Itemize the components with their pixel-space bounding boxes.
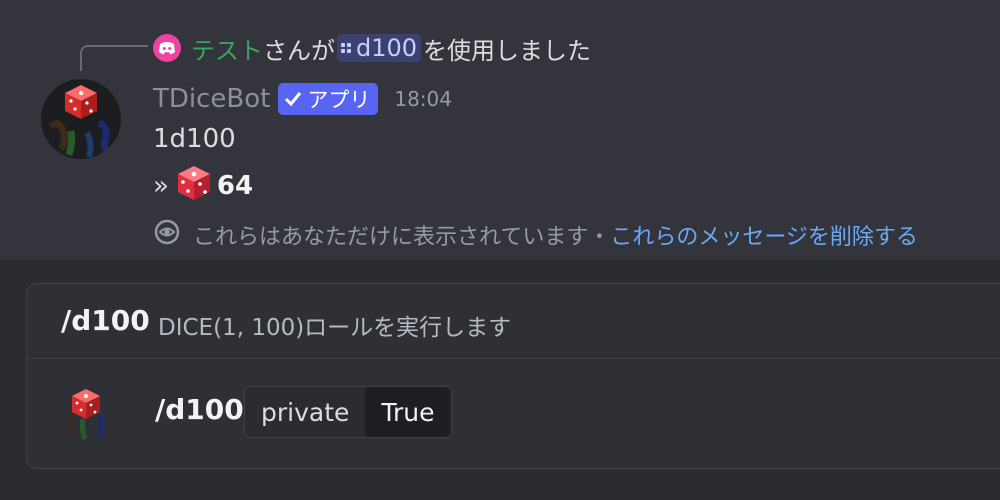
option-command-name: /d100 <box>155 393 244 426</box>
slash-command-icon <box>341 43 351 53</box>
reply-username[interactable]: テスト <box>191 31 263 66</box>
autocomplete-command-name: /d100 <box>61 304 150 337</box>
reply-context[interactable]: テスト さんが d100 を使用しました <box>153 31 591 65</box>
bot-username[interactable]: TDiceBot <box>153 84 270 114</box>
dismiss-message-link[interactable]: これらのメッセージを削除する <box>610 219 918 251</box>
checkmark-icon <box>285 92 302 107</box>
bot-app-icon <box>63 385 109 441</box>
reply-text-before: さんが <box>263 36 335 65</box>
discord-icon <box>153 34 181 62</box>
message-header: TDiceBot アプリ 18:04 <box>153 79 452 119</box>
dice-icon <box>175 164 213 209</box>
parameter-value[interactable]: True <box>365 387 451 437</box>
command-mention[interactable]: d100 <box>337 34 422 62</box>
autocomplete-header: /d100 DICE(1, 100)ロールを実行します <box>27 284 1000 359</box>
command-autocomplete-panel: /d100 DICE(1, 100)ロールを実行します /d100 privat… <box>26 283 1000 469</box>
app-badge-label: アプリ <box>307 88 371 112</box>
parameter-name: private <box>245 387 366 437</box>
eye-icon <box>153 218 181 252</box>
double-chevron-right-icon: » <box>153 171 169 201</box>
autocomplete-command-description: DICE(1, 100)ロールを実行します <box>158 315 512 341</box>
autocomplete-option[interactable]: /d100 private True <box>27 359 1000 467</box>
message-area: テスト さんが d100 を使用しました TDiceBot アプリ 18:04 … <box>0 0 1000 260</box>
dice-result-value: 64 <box>216 171 254 201</box>
message-content: 1d100 <box>153 124 236 154</box>
reply-text-after: を使用しました <box>423 36 592 65</box>
option-parameter[interactable]: private True <box>244 386 452 438</box>
reply-connector-line <box>80 45 148 71</box>
app-badge: アプリ <box>278 83 379 115</box>
dice-result: » 64 <box>153 164 254 209</box>
ephemeral-text: これらはあなただけに表示されています・ <box>193 225 611 250</box>
ephemeral-notice: これらはあなただけに表示されています・ これらのメッセージを削除する <box>153 218 918 252</box>
bot-avatar[interactable] <box>41 79 121 159</box>
message-timestamp[interactable]: 18:04 <box>394 87 452 111</box>
command-mention-label: d100 <box>356 34 418 62</box>
